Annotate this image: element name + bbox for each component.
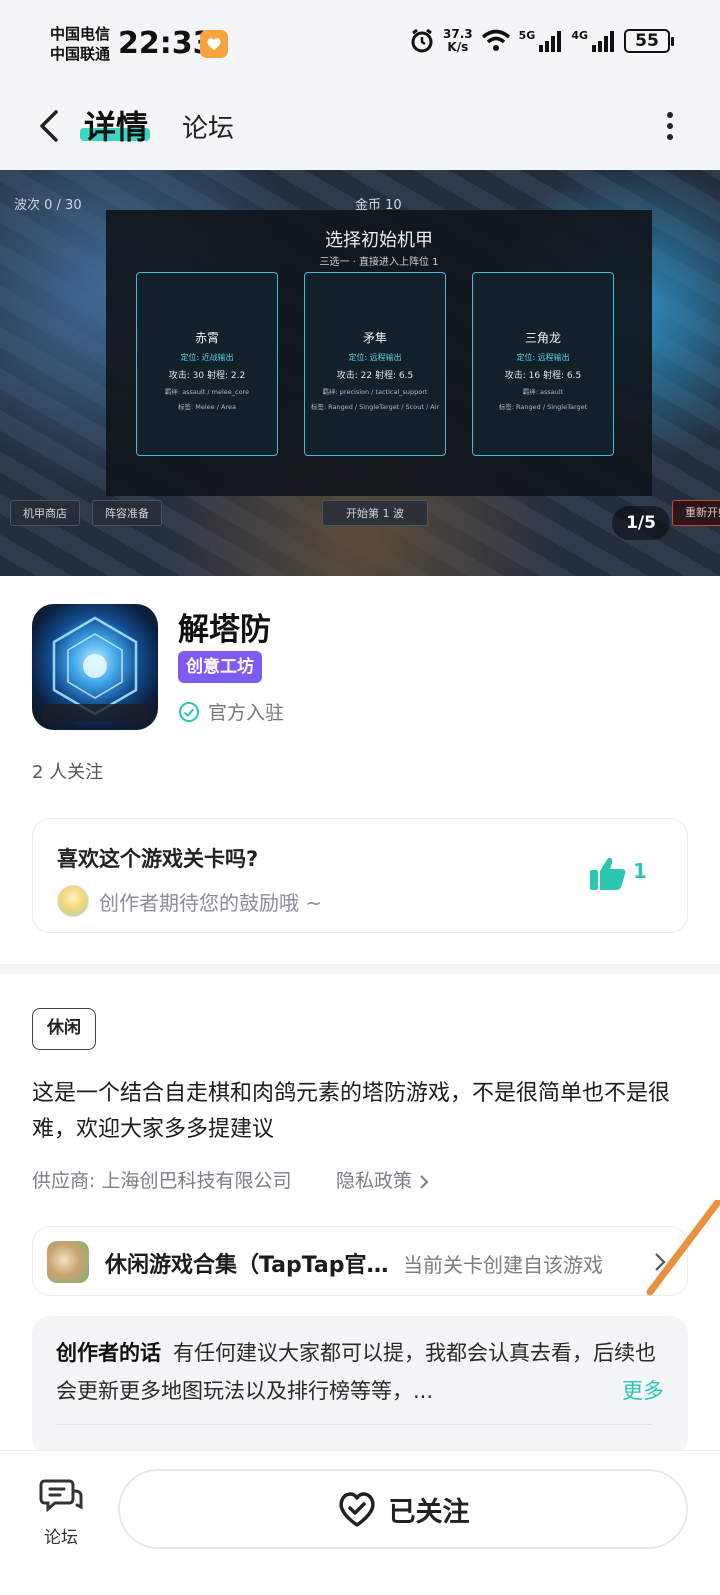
edge-swipe-hint: [646, 1200, 720, 1296]
section-divider: [0, 964, 720, 974]
collection-thumbnail: [47, 1241, 89, 1283]
chevron-right-icon: [420, 1174, 429, 1189]
mech-card: 赤霄 定位: 近战输出 攻击: 30 射程: 2.2 羁绊: assault /…: [136, 272, 278, 456]
provider-info: 供应商: 上海创巴科技有限公司: [32, 1170, 292, 1192]
follow-label: 已关注: [388, 1496, 470, 1528]
heart-check-icon: [338, 1492, 375, 1527]
tab-detail[interactable]: 详情: [84, 102, 148, 148]
mech-role: 定位: 近战输出: [180, 353, 234, 362]
workshop-badge: 创意工坊: [178, 651, 262, 683]
game-title: 解塔防: [178, 612, 271, 648]
mech-role: 定位: 远程输出: [516, 353, 570, 362]
like-subtitle: 创作者期待您的鼓励哦 ~: [99, 891, 323, 915]
creator-avatar: [57, 885, 89, 917]
mech-shop-label: 机甲商店: [10, 500, 80, 526]
mech-stats: 攻击: 22 射程: 6.5: [336, 371, 414, 381]
top-nav: 详情 论坛: [0, 90, 720, 170]
wifi-icon: [481, 29, 510, 51]
alarm-icon: [411, 28, 433, 53]
official-verified: 官方入驻: [178, 698, 284, 725]
chevron-left-icon: [40, 110, 58, 142]
mech-card: 矛隼 定位: 远程输出 攻击: 22 射程: 6.5 羁绊: precision…: [304, 272, 446, 456]
game-app-icon: [32, 604, 158, 730]
more-options-button[interactable]: [660, 108, 680, 144]
mech-select-panel: 选择初始机甲 三选一 · 直接进入上阵位 1 赤霄 定位: 近战输出 攻击: 3…: [106, 210, 652, 496]
follower-count: 2 人关注: [32, 762, 104, 783]
thumbs-up-icon: [590, 857, 626, 890]
creator-words-card[interactable]: 创作者的话 有任何建议大家都可以提，我都会认真去看，后续也会更新更多地图玩法以及排…: [32, 1316, 688, 1456]
genre-tag[interactable]: 休闲: [32, 1008, 96, 1050]
carrier-names: 中国电信 中国联通: [50, 24, 110, 64]
expand-more-link[interactable]: 更多: [622, 1372, 664, 1410]
privacy-policy-label: 隐私政策: [336, 1170, 413, 1192]
status-indicators: 37.3 K/s 5G 4G 55: [409, 28, 674, 54]
verified-check-icon: [179, 701, 199, 722]
signal-bars-icon: [539, 31, 562, 52]
carrier-2: 中国联通: [50, 45, 111, 63]
mech-name: 三角龙: [524, 331, 561, 345]
source-collection-card[interactable]: 休闲游戏合集（TapTap官方） 当前关卡创建自该游戏: [32, 1226, 688, 1296]
game-description: 这是一个结合自走棋和肉鸽元素的塔防游戏，不是很简单也不是很难，欢迎大家多多提建议: [32, 1081, 671, 1142]
forum-label: 论坛: [44, 1528, 78, 1548]
chat-bubbles-icon: [39, 1479, 83, 1513]
mech-stats: 攻击: 16 射程: 6.5: [504, 371, 582, 381]
signal-bars-icon: [592, 31, 614, 52]
like-button[interactable]: [589, 855, 627, 897]
screenshot-carousel[interactable]: 波次 0 / 30 金币 10 选择初始机甲 三选一 · 直接进入上阵位 1 赤…: [0, 170, 720, 576]
mech-bond: 羁绊: assault: [522, 388, 564, 396]
collection-note: 当前关卡创建自该游戏: [403, 1253, 603, 1277]
follow-button[interactable]: 已关注: [118, 1469, 688, 1549]
like-card: 喜欢这个游戏关卡吗? 创作者期待您的鼓励哦 ~ 1: [32, 818, 688, 933]
mech-stats: 攻击: 30 射程: 2.2: [168, 371, 246, 381]
official-label: 官方入驻: [208, 702, 285, 724]
mech-bond: 羁绊: assault / melee_core: [164, 388, 250, 396]
mech-role: 定位: 远程输出: [348, 353, 402, 362]
bottom-action-bar: 论坛 已关注: [0, 1450, 720, 1595]
signal-label-1: 5G: [518, 28, 536, 42]
wave-counter: 波次 0 / 30: [14, 198, 82, 213]
privacy-policy-link[interactable]: 隐私政策: [336, 1166, 430, 1193]
collection-title: 休闲游戏合集（TapTap官方）: [105, 1253, 405, 1278]
carrier-1: 中国电信: [50, 25, 111, 43]
mech-card: 三角龙 定位: 远程输出 攻击: 16 射程: 6.5 羁绊: assault …: [472, 272, 614, 456]
panel-title: 选择初始机甲: [325, 230, 433, 251]
mech-tags: 标签: Melee / Area: [178, 403, 236, 411]
like-count: 1: [633, 859, 647, 883]
restart-label: 重新开始: [672, 500, 720, 526]
signal-label-2: 4G: [571, 28, 588, 42]
creator-divider: [56, 1424, 652, 1425]
forum-button[interactable]: 论坛: [28, 1473, 94, 1553]
creator-words: 创作者的话 有任何建议大家都可以提，我都会认真去看，后续也会更新更多地图玩法以及排…: [56, 1334, 666, 1410]
more-vertical-icon: [667, 112, 673, 140]
start-wave-label: 开始第 1 波: [322, 500, 428, 526]
net-speed-unit: K/s: [447, 40, 469, 54]
mech-name: 赤霄: [194, 331, 219, 345]
like-question: 喜欢这个游戏关卡吗?: [57, 847, 259, 871]
status-bar: 中国电信 中国联通 22:33 37.3 K/s 5G 4G 55: [0, 0, 720, 90]
mech-tags: 标签: Ranged / SingleTarget: [498, 403, 588, 411]
mech-bond: 羁绊: precision / tactical_support: [322, 388, 428, 396]
carousel-page-indicator: 1/5: [612, 506, 670, 540]
back-button[interactable]: [28, 104, 72, 148]
tab-forum[interactable]: 论坛: [182, 108, 234, 145]
mech-name: 矛隼: [362, 331, 387, 345]
panel-subtitle: 三选一 · 直接进入上阵位 1: [319, 257, 439, 268]
creator-words-label: 创作者的话: [56, 1341, 161, 1365]
mech-tags: 标签: Ranged / SingleTarget / Scout / Air: [310, 403, 440, 411]
battery-indicator: 55: [624, 29, 674, 53]
net-speed: 37.3 K/s: [443, 28, 473, 54]
lineup-label: 阵容准备: [92, 500, 162, 526]
heart-app-icon: [200, 30, 228, 58]
